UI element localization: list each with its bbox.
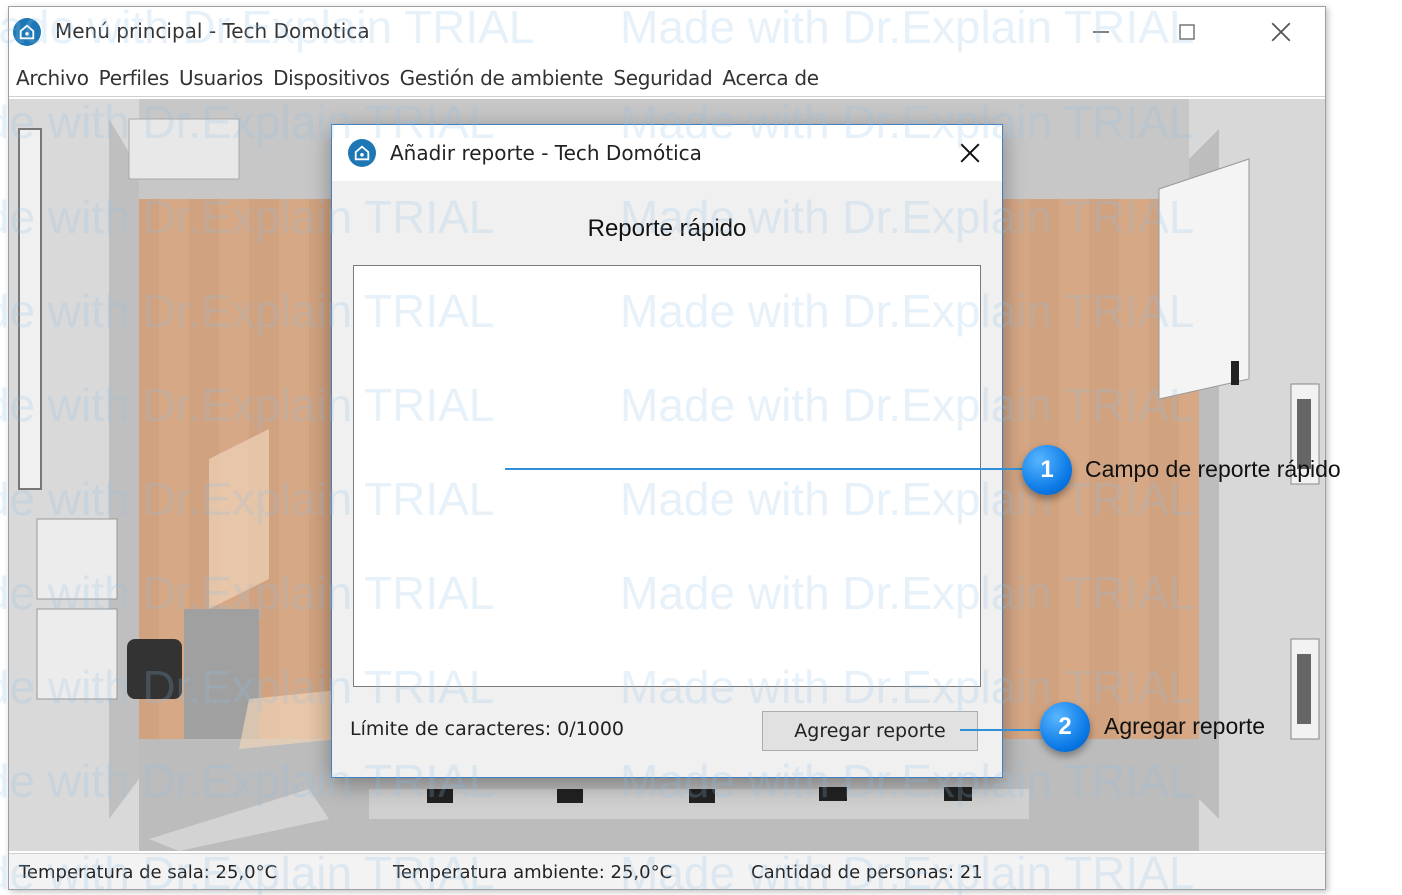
- minimize-button[interactable]: [1081, 15, 1121, 49]
- close-icon: [1271, 22, 1291, 42]
- menu-dispositivos[interactable]: Dispositivos: [271, 66, 398, 90]
- main-titlebar: Menú principal - Tech Domotica: [9, 7, 1325, 57]
- app-logo-icon: [348, 139, 376, 167]
- quick-report-field[interactable]: [353, 265, 981, 687]
- add-report-dialog: Añadir reporte - Tech Domótica Reporte r…: [331, 124, 1003, 778]
- close-button[interactable]: [1261, 15, 1301, 49]
- menu-gestion-ambiente[interactable]: Gestión de ambiente: [398, 66, 612, 90]
- menu-perfiles[interactable]: Perfiles: [97, 66, 177, 90]
- callout-2-connector: [960, 729, 1040, 731]
- close-icon: [960, 143, 980, 163]
- app-logo-icon: [13, 18, 41, 46]
- menu-usuarios[interactable]: Usuarios: [177, 66, 271, 90]
- people-count-status: Cantidad de personas: 21: [751, 862, 983, 883]
- maximize-icon: [1179, 24, 1195, 40]
- menu-archivo[interactable]: Archivo: [14, 66, 97, 90]
- add-report-button[interactable]: Agregar reporte: [762, 711, 978, 751]
- dialog-titlebar: Añadir reporte - Tech Domótica: [332, 125, 1002, 181]
- screenshot-canvas: Menú principal - Tech Domotica Archivo P…: [0, 0, 1402, 895]
- status-bar: Temperatura de sala: 25,0°C Temperatura …: [9, 853, 1325, 889]
- menu-bar: Archivo Perfiles Usuarios Dispositivos G…: [9, 59, 1325, 97]
- minimize-icon: [1093, 31, 1109, 33]
- menu-acerca-de[interactable]: Acerca de: [720, 66, 826, 90]
- dialog-heading: Reporte rápido: [587, 215, 747, 242]
- ambient-temperature-status: Temperatura ambiente: 25,0°C: [393, 862, 673, 883]
- callout-2-label: Agregar reporte: [1104, 713, 1266, 739]
- callout-1-badge: 1: [1022, 445, 1072, 495]
- room-temperature-status: Temperatura de sala: 25,0°C: [19, 862, 278, 883]
- callout-2-badge: 2: [1040, 702, 1090, 752]
- menu-seguridad[interactable]: Seguridad: [611, 66, 720, 90]
- callout-1-connector: [505, 468, 1023, 470]
- main-window-title: Menú principal - Tech Domotica: [55, 19, 370, 43]
- dialog-title: Añadir reporte - Tech Domótica: [390, 141, 702, 165]
- maximize-button[interactable]: [1167, 15, 1207, 49]
- callout-1-label: Campo de reporte rápido: [1085, 456, 1341, 482]
- character-limit-label: Límite de caracteres: 0/1000: [350, 718, 625, 740]
- dialog-close-button[interactable]: [950, 135, 990, 171]
